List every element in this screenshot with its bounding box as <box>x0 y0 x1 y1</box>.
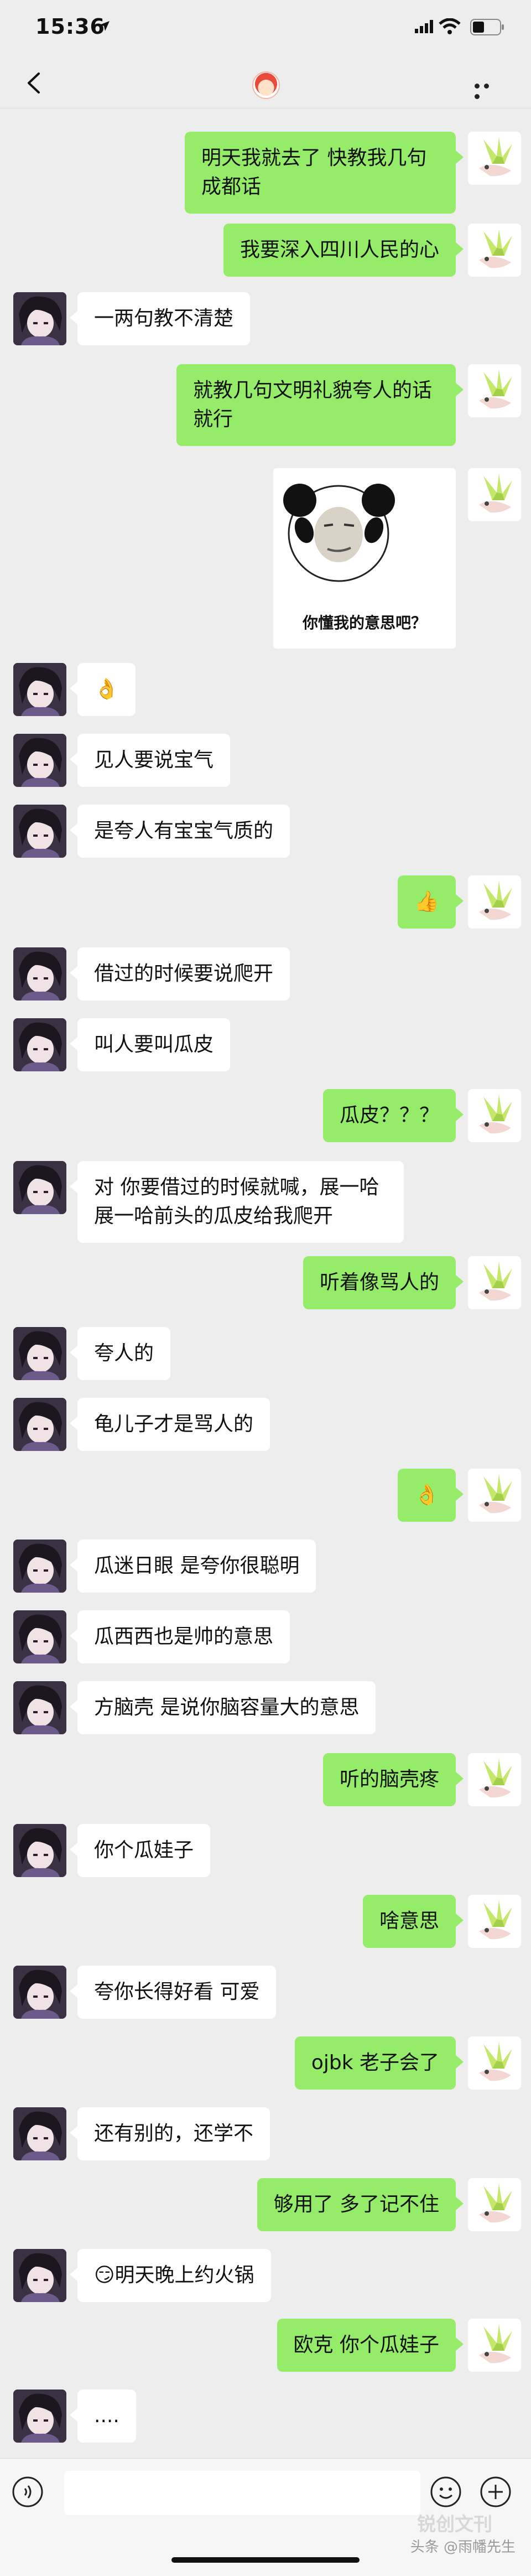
message-bubble[interactable]: 瓜迷日眼 是夸你很聪明 <box>69 1540 316 1593</box>
message-bubble[interactable]: 啥意思 <box>362 1895 464 1948</box>
status-time: 15:36 <box>35 14 105 39</box>
watermark-logo: 锐创文刊 <box>417 2513 492 2536</box>
message-bubble[interactable]: 方脑壳 是说你脑容量大的意思 <box>69 1681 376 1734</box>
my-avatar[interactable] <box>468 2036 521 2090</box>
message-bubble[interactable]: 够用了 多了记不住 <box>257 2178 464 2231</box>
home-indicator[interactable] <box>171 2557 360 2563</box>
contact-avatar[interactable] <box>252 71 280 99</box>
input-bar: 锐创文刊 头条 @雨幡先生 <box>0 2458 531 2576</box>
my-avatar[interactable] <box>468 1895 521 1948</box>
my-avatar[interactable] <box>468 1753 521 1806</box>
my-avatar[interactable] <box>468 875 521 929</box>
message-bubble[interactable]: 👍 <box>398 875 464 929</box>
contact-avatar[interactable] <box>13 1610 66 1663</box>
my-avatar[interactable] <box>468 1089 521 1142</box>
emoji-icon[interactable] <box>429 2475 462 2508</box>
message-bubble[interactable]: 是夸人有宝宝气质的 <box>69 805 290 858</box>
message-bubble[interactable]: 龟儿子才是骂人的 <box>69 1398 270 1451</box>
contact-avatar[interactable] <box>13 1824 66 1877</box>
contact-avatar[interactable] <box>13 292 66 345</box>
plus-icon[interactable] <box>479 2475 512 2508</box>
message-bubble[interactable]: 借过的时候要说爬开 <box>69 947 290 1001</box>
panda-meme-icon <box>283 484 395 582</box>
my-avatar[interactable] <box>468 364 521 417</box>
message-bubble[interactable]: 明天我就去了 快教我几句成都话 <box>185 132 464 214</box>
message-bubble[interactable]: 👌 <box>70 663 136 716</box>
status-bar: 15:36 <box>0 0 531 58</box>
contact-avatar[interactable] <box>13 805 66 858</box>
my-avatar[interactable] <box>468 2319 521 2372</box>
more-dots-icon[interactable] <box>475 80 502 99</box>
message-bubble[interactable]: 😏明天晚上约火锅 <box>70 2249 271 2302</box>
my-avatar[interactable] <box>468 224 521 277</box>
contact-avatar[interactable] <box>13 1540 66 1593</box>
message-bubble[interactable]: 👌 <box>398 1469 464 1522</box>
contact-avatar[interactable] <box>13 1398 66 1451</box>
sticker-image[interactable]: 你懂我的意思吧？ <box>273 468 456 649</box>
contact-avatar[interactable] <box>13 734 66 787</box>
my-avatar[interactable] <box>468 1256 521 1309</box>
message-bubble[interactable]: 夸你长得好看 可爱 <box>69 1966 277 2019</box>
contact-avatar[interactable] <box>13 1018 66 1071</box>
my-avatar[interactable] <box>468 1469 521 1522</box>
my-avatar[interactable] <box>468 132 521 185</box>
message-bubble[interactable]: ojbk 老子会了 <box>294 2036 464 2090</box>
message-bubble[interactable]: 听的脑壳疼 <box>322 1753 464 1806</box>
message-bubble[interactable]: 夸人的 <box>69 1327 171 1380</box>
contact-avatar[interactable] <box>13 1966 66 2019</box>
message-bubble[interactable]: 就教几句文明礼貌夸人的话就行 <box>176 364 464 446</box>
message-bubble[interactable]: 我要深入四川人民的心 <box>223 224 464 277</box>
signal-icon <box>415 20 433 33</box>
message-bubble[interactable]: 你个瓜娃子 <box>69 1824 211 1877</box>
voice-icon[interactable] <box>11 2475 44 2508</box>
battery-icon <box>470 19 504 35</box>
contact-avatar[interactable] <box>13 663 66 716</box>
message-bubble[interactable]: 欧克 你个瓜娃子 <box>277 2319 464 2372</box>
contact-avatar[interactable] <box>13 1327 66 1380</box>
message-bubble[interactable]: 叫人要叫瓜皮 <box>69 1018 231 1071</box>
my-avatar[interactable] <box>468 2178 521 2231</box>
back-arrow-icon[interactable] <box>22 70 48 96</box>
wifi-icon <box>439 18 461 34</box>
contact-avatar[interactable] <box>13 2107 66 2160</box>
message-bubble[interactable]: .... <box>70 2390 136 2443</box>
sticker-caption: 你懂我的意思吧？ <box>302 614 426 632</box>
contact-avatar[interactable] <box>13 2390 66 2443</box>
contact-avatar[interactable] <box>13 2249 66 2302</box>
contact-avatar[interactable] <box>13 1681 66 1734</box>
my-avatar[interactable] <box>468 468 521 521</box>
message-bubble[interactable]: 对 你要借过的时候就喊，展一哈展一哈前头的瓜皮给我爬开 <box>70 1161 404 1243</box>
message-bubble[interactable]: 见人要说宝气 <box>69 734 231 787</box>
message-bubble[interactable]: 瓜皮？？？ <box>322 1089 464 1142</box>
watermark: 头条 @雨幡先生 <box>410 2539 516 2556</box>
contact-avatar[interactable] <box>13 947 66 1001</box>
message-bubble[interactable]: 听着像骂人的 <box>303 1256 464 1309</box>
message-bubble[interactable]: 瓜西西也是帅的意思 <box>69 1610 290 1663</box>
message-input[interactable] <box>64 2471 420 2515</box>
message-bubble[interactable]: 还有别的，还学不 <box>69 2107 270 2160</box>
contact-avatar[interactable] <box>13 1161 66 1214</box>
location-arrow-icon <box>100 21 110 31</box>
chat-header <box>0 58 531 108</box>
message-bubble[interactable]: 一两句教不清楚 <box>69 292 251 345</box>
